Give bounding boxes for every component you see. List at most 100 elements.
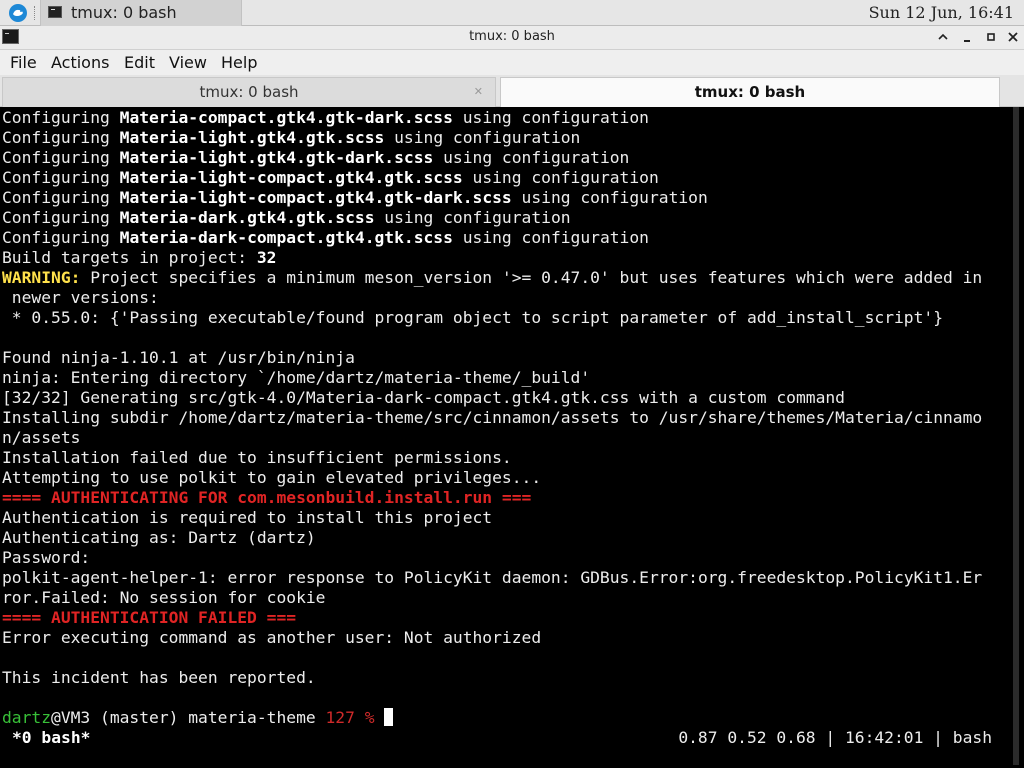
close-button[interactable]: [1004, 28, 1022, 46]
terminal-line: Configuring Materia-light-compact.gtk4.g…: [2, 168, 1006, 188]
tab-bar: tmux: 0 bash ✕ tmux: 0 bash: [0, 75, 1024, 107]
terminal-line: newer versions:: [2, 288, 1006, 308]
terminal-text: Configuring: [2, 108, 120, 127]
minimize-icon[interactable]: [934, 28, 952, 46]
terminal-text: Configuring: [2, 148, 120, 167]
tmux-status-bar: *0 bash* 0.87 0.52 0.68 | 16:42:01 | bas…: [0, 728, 1006, 748]
tab-close-icon[interactable]: ✕: [474, 78, 483, 106]
tab-tmux-1[interactable]: tmux: 0 bash: [500, 77, 1000, 107]
minimize-button[interactable]: [958, 28, 976, 46]
terminal-line: WARNING: Project specifies a minimum mes…: [2, 268, 1006, 288]
panel-separator: [34, 6, 37, 20]
terminal-text: using configuration: [374, 208, 571, 227]
taskbar-button-tmux[interactable]: tmux: 0 bash: [40, 0, 242, 26]
terminal-text: polkit-agent-helper-1: error response to…: [2, 568, 983, 587]
terminal-output: Configuring Materia-compact.gtk4.gtk-dar…: [2, 108, 1006, 728]
menu-view[interactable]: View: [169, 53, 207, 72]
terminal-line: Installing subdir /home/dartz/materia-th…: [2, 408, 1006, 428]
terminal-text: using configuration: [384, 128, 581, 147]
terminal-text: Materia-dark-compact.gtk4.gtk.scss: [119, 228, 453, 247]
terminal-cursor[interactable]: [384, 708, 394, 726]
terminal-line: * 0.55.0: {'Passing executable/found pro…: [2, 308, 1006, 328]
menu-actions[interactable]: Actions: [51, 53, 109, 72]
tmux-status-right: 0.87 0.52 0.68 | 16:42:01 | bash: [678, 728, 992, 747]
terminal-text: Configuring: [2, 208, 120, 227]
terminal-text: Configuring: [2, 128, 120, 147]
terminal-line: Password:: [2, 548, 1006, 568]
terminal-text: Attempting to use polkit to gain elevate…: [2, 468, 542, 487]
terminal-scrollbar[interactable]: [1006, 107, 1024, 768]
terminal-line: Authentication is required to install th…: [2, 508, 1006, 528]
terminal-text: using configuration: [462, 168, 659, 187]
menu-bar: File Actions Edit View Help: [0, 50, 1024, 75]
top-panel: tmux: 0 bash Sun 12 Jun, 16:41: [0, 0, 1024, 26]
terminal-text: Authentication is required to install th…: [2, 508, 493, 527]
terminal-text: Found ninja-1.10.1 at /usr/bin/ninja: [2, 348, 355, 367]
terminal-line: Configuring Materia-light.gtk4.gtk.scss …: [2, 128, 1006, 148]
shell-prompt: dartz@VM3 (master) materia-theme 127 %: [2, 708, 1006, 728]
menu-file[interactable]: File: [10, 53, 37, 72]
prompt-location: @VM3 (master) materia-theme: [51, 708, 326, 727]
terminal-text: Password:: [2, 548, 91, 567]
window-titlebar[interactable]: tmux: 0 bash: [0, 26, 1024, 50]
terminal-line: ==== AUTHENTICATION FAILED ===: [2, 608, 1006, 628]
terminal-line: Configuring Materia-light.gtk4.gtk-dark.…: [2, 148, 1006, 168]
terminal-line: polkit-agent-helper-1: error response to…: [2, 568, 1006, 588]
terminal-text: This incident has been reported.: [2, 668, 316, 687]
scrollbar-thumb[interactable]: [1013, 107, 1019, 765]
terminal-text: newer versions:: [2, 288, 159, 307]
terminal-line: Build targets in project: 32: [2, 248, 1006, 268]
terminal-text: Configuring: [2, 228, 120, 247]
prompt-symbol: %: [354, 708, 385, 727]
terminal-line: ==== AUTHENTICATING FOR com.mesonbuild.i…: [2, 488, 1006, 508]
tab-tmux-0[interactable]: tmux: 0 bash ✕: [2, 77, 496, 107]
terminal-line: Configuring Materia-compact.gtk4.gtk-dar…: [2, 108, 1006, 128]
terminal-icon: [48, 6, 62, 18]
terminal-text: ==== AUTHENTICATION FAILED ===: [2, 608, 297, 627]
terminal-text: Materia-light-compact.gtk4.gtk-dark.scss: [119, 188, 512, 207]
tab-label: tmux: 0 bash: [694, 83, 806, 101]
terminal-line: [32/32] Generating src/gtk-4.0/Materia-d…: [2, 388, 1006, 408]
window-title: tmux: 0 bash: [469, 29, 555, 44]
prompt-exit-code: 127: [325, 708, 355, 727]
terminal-text: Configuring: [2, 168, 120, 187]
menu-edit[interactable]: Edit: [124, 53, 155, 72]
terminal-text: Materia-light-compact.gtk4.gtk.scss: [119, 168, 463, 187]
terminal-text: Authenticating as: Dartz (dartz): [2, 528, 316, 547]
terminal-text: Installation failed due to insufficient …: [2, 448, 512, 467]
terminal-text: Error executing command as another user:…: [2, 628, 542, 647]
terminal-text: Project specifies a minimum meson_versio…: [80, 268, 983, 287]
terminal-text: using configuration: [452, 228, 649, 247]
panel-clock[interactable]: Sun 12 Jun, 16:41: [869, 3, 1014, 22]
terminal-text: WARNING:: [2, 268, 81, 287]
terminal-line: Configuring Materia-dark-compact.gtk4.gt…: [2, 228, 1006, 248]
terminal-line: Configuring Materia-light-compact.gtk4.g…: [2, 188, 1006, 208]
terminal-text: Installing subdir /home/dartz/materia-th…: [2, 408, 983, 427]
terminal-text: using configuration: [511, 188, 708, 207]
taskbar-label: tmux: 0 bash: [71, 3, 177, 22]
terminal-text: * 0.55.0: {'Passing executable/found pro…: [2, 308, 944, 327]
terminal-line: Attempting to use polkit to gain elevate…: [2, 468, 1006, 488]
terminal-text: using configuration: [433, 148, 630, 167]
terminal-line: Authenticating as: Dartz (dartz): [2, 528, 1006, 548]
menu-help[interactable]: Help: [221, 53, 257, 72]
terminal-text: ror.Failed: No session for cookie: [2, 588, 326, 607]
terminal-line: n/assets: [2, 428, 1006, 448]
terminal-text: Materia-light.gtk4.gtk-dark.scss: [119, 148, 434, 167]
maximize-button[interactable]: [982, 28, 1000, 46]
terminal-text: Materia-dark.gtk4.gtk.scss: [119, 208, 375, 227]
terminal-line: ror.Failed: No session for cookie: [2, 588, 1006, 608]
terminal-view[interactable]: Configuring Materia-compact.gtk4.gtk-dar…: [0, 107, 1024, 768]
terminal-text: Configuring: [2, 188, 120, 207]
terminal-line: This incident has been reported.: [2, 668, 1006, 688]
terminal-line: Error executing command as another user:…: [2, 628, 1006, 648]
xfce-launcher-icon[interactable]: [8, 3, 28, 23]
terminal-text: Materia-light.gtk4.gtk.scss: [119, 128, 385, 147]
terminal-line: ninja: Entering directory `/home/dartz/m…: [2, 368, 1006, 388]
terminal-text: Build targets in project:: [2, 248, 257, 267]
terminal-text: ninja: Entering directory `/home/dartz/m…: [2, 368, 591, 387]
terminal-text: [32/32] Generating src/gtk-4.0/Materia-d…: [2, 388, 845, 407]
tmux-window-list[interactable]: *0 bash*: [12, 728, 90, 748]
